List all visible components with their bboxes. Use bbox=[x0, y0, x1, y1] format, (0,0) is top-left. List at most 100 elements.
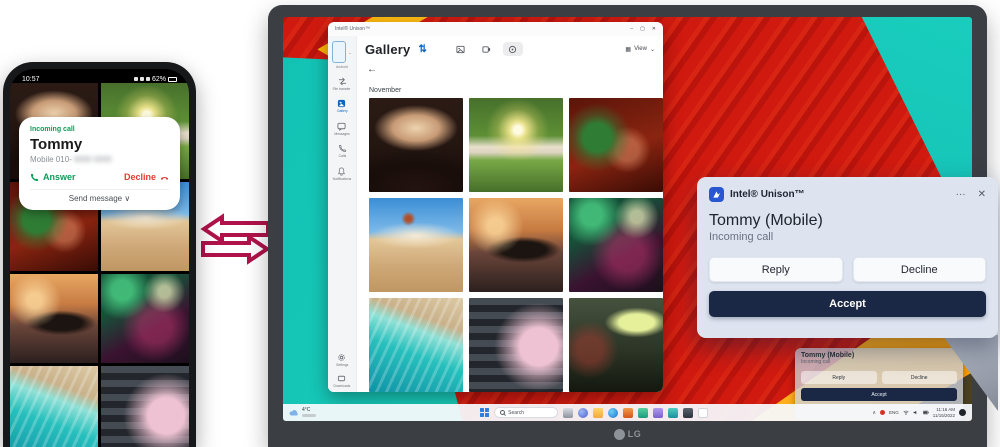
sidebar-item-messages[interactable]: Messages bbox=[333, 122, 351, 136]
masked-digits: 0000 0000 bbox=[73, 155, 112, 164]
accept-button[interactable]: Accept bbox=[709, 291, 986, 317]
decline-button[interactable]: Decline bbox=[124, 172, 169, 182]
battery-icon bbox=[168, 76, 177, 82]
app-green-icon[interactable] bbox=[638, 407, 649, 418]
unison-call-popup: Intel® Unison™ ··· ✕ Tommy (Mobile) Inco… bbox=[697, 177, 998, 338]
wifi-icon[interactable] bbox=[903, 410, 909, 415]
edge-icon[interactable] bbox=[608, 407, 619, 418]
gallery-photo-grid bbox=[357, 98, 663, 392]
photo-pink-hair[interactable] bbox=[101, 366, 189, 447]
search-box[interactable]: Search bbox=[494, 407, 559, 418]
caller-name: Tommy bbox=[30, 136, 83, 153]
search-icon bbox=[500, 410, 506, 415]
photo-beach-aerial[interactable] bbox=[369, 298, 463, 392]
language-indicator[interactable]: ENG bbox=[889, 410, 899, 415]
weather-widget[interactable]: 4°C bbox=[289, 408, 316, 417]
albums-tab-icon[interactable] bbox=[502, 42, 523, 56]
reply-button[interactable]: Reply bbox=[709, 257, 843, 282]
lg-emblem-icon bbox=[613, 428, 625, 440]
record-dot-icon bbox=[880, 410, 886, 415]
minimize-button[interactable]: – bbox=[630, 26, 633, 32]
view-dropdown[interactable]: ▦ View ⌄ bbox=[625, 46, 655, 53]
photo-surfer-sunset[interactable] bbox=[10, 274, 98, 363]
photo-pink-hair[interactable] bbox=[469, 298, 563, 392]
bell-icon bbox=[338, 167, 346, 176]
phone-status-bar: 10:57 62% bbox=[10, 69, 189, 89]
smartphone: 10:57 62% Incoming call Tommy Mobile 010… bbox=[3, 62, 196, 447]
photo-surfer-sunset[interactable] bbox=[469, 198, 563, 292]
battery-icon[interactable] bbox=[922, 410, 929, 415]
close-button[interactable]: ✕ bbox=[652, 26, 656, 32]
photo-beach-aerial[interactable] bbox=[10, 366, 98, 447]
back-button[interactable]: ← bbox=[357, 62, 663, 75]
app-dark-icon[interactable] bbox=[683, 407, 694, 418]
device-name: Android bbox=[336, 64, 348, 69]
stage: 10:57 62% Incoming call Tommy Mobile 010… bbox=[0, 0, 1000, 447]
start-button[interactable] bbox=[480, 408, 490, 417]
signal-icon bbox=[145, 77, 150, 81]
chat-icon[interactable] bbox=[578, 407, 589, 418]
messages-icon bbox=[337, 122, 347, 131]
downloads-icon bbox=[338, 375, 346, 381]
phone-status-icons: 62% bbox=[133, 75, 177, 83]
file-explorer-icon[interactable] bbox=[563, 407, 574, 418]
battery-percent: 62% bbox=[151, 75, 166, 83]
cloud-icon bbox=[289, 409, 298, 415]
device-selector[interactable]: ⌄ bbox=[332, 41, 352, 63]
gear-icon bbox=[338, 354, 346, 362]
close-icon[interactable]: ✕ bbox=[978, 189, 986, 200]
popup-subtitle: Incoming call bbox=[709, 231, 774, 243]
answer-phone-icon bbox=[30, 173, 39, 181]
send-message-button[interactable]: Send message ∨ bbox=[30, 189, 169, 206]
clock[interactable]: 11:16 AM 11/15/2022 bbox=[933, 407, 955, 417]
photo-movie-night[interactable] bbox=[369, 98, 463, 192]
calls-icon bbox=[338, 145, 346, 153]
toast-accept-button[interactable]: Accept bbox=[801, 388, 957, 401]
window-title: Intel® Unison™ bbox=[335, 26, 371, 32]
toast-decline-button[interactable]: Decline bbox=[881, 371, 957, 384]
sidebar-item-calls[interactable]: Calls bbox=[338, 144, 347, 158]
photos-tab-icon[interactable] bbox=[451, 42, 471, 56]
file-transfer-icon bbox=[338, 77, 346, 86]
volume-icon[interactable] bbox=[913, 410, 919, 415]
maximize-button[interactable]: ▢ bbox=[640, 26, 645, 32]
sync-icon[interactable]: ⇅ bbox=[419, 44, 427, 55]
folder-icon[interactable] bbox=[593, 407, 604, 418]
photo-friends-red-light[interactable] bbox=[569, 98, 663, 192]
sidebar-item-downloads[interactable]: Downloads bbox=[332, 374, 352, 388]
sidebar-item-settings[interactable]: Settings bbox=[335, 353, 349, 367]
toast-reply-button[interactable]: Reply bbox=[801, 371, 877, 384]
gallery-icon bbox=[338, 100, 346, 108]
photo-outdoor-cinema[interactable] bbox=[569, 298, 663, 392]
app-teal-icon[interactable] bbox=[668, 407, 679, 418]
answer-button[interactable]: Answer bbox=[30, 172, 76, 182]
app-orange-icon[interactable] bbox=[623, 407, 634, 418]
sidebar: ⌄ Android File transfer Gallery Messages… bbox=[328, 36, 357, 392]
sidebar-item-notifications[interactable]: Notifications bbox=[331, 167, 353, 181]
photo-guitarist-stage[interactable] bbox=[569, 198, 663, 292]
phone-time: 10:57 bbox=[22, 75, 40, 83]
notification-badge[interactable] bbox=[958, 409, 966, 416]
window-titlebar[interactable]: Intel® Unison™ – ▢ ✕ bbox=[328, 22, 663, 36]
sidebar-item-gallery[interactable]: Gallery bbox=[336, 99, 349, 113]
videos-tab-icon[interactable] bbox=[477, 42, 497, 56]
sidebar-item-file-transfer[interactable]: File transfer bbox=[331, 77, 352, 91]
photo-sand-surfing[interactable] bbox=[369, 198, 463, 292]
device-phone-icon bbox=[332, 41, 347, 63]
month-section-label: November bbox=[369, 87, 402, 94]
unison-taskbar-icon[interactable] bbox=[698, 407, 709, 418]
gallery-main: Gallery ⇅ ▦ View ⌄ ← November bbox=[357, 36, 663, 392]
tray-expand-icon[interactable]: ∧ bbox=[872, 410, 876, 416]
more-options-icon[interactable]: ··· bbox=[956, 189, 966, 200]
decline-button[interactable]: Decline bbox=[852, 257, 986, 282]
gallery-toolbar: Gallery ⇅ ▦ View ⌄ bbox=[357, 36, 663, 62]
toast-subtitle: Incoming call bbox=[801, 359, 831, 365]
system-tray: ∧ ENG 11:16 AM 11/15/2022 bbox=[872, 407, 966, 418]
mute-icon bbox=[133, 77, 138, 81]
app-purple-icon[interactable] bbox=[653, 407, 664, 418]
photo-tent-garden[interactable] bbox=[469, 98, 563, 192]
grid-view-icon: ▦ bbox=[625, 46, 632, 53]
photo-guitarist-stage[interactable] bbox=[101, 274, 189, 363]
toast-title: Tommy (Mobile) bbox=[801, 352, 855, 359]
wifi-icon bbox=[139, 77, 144, 81]
